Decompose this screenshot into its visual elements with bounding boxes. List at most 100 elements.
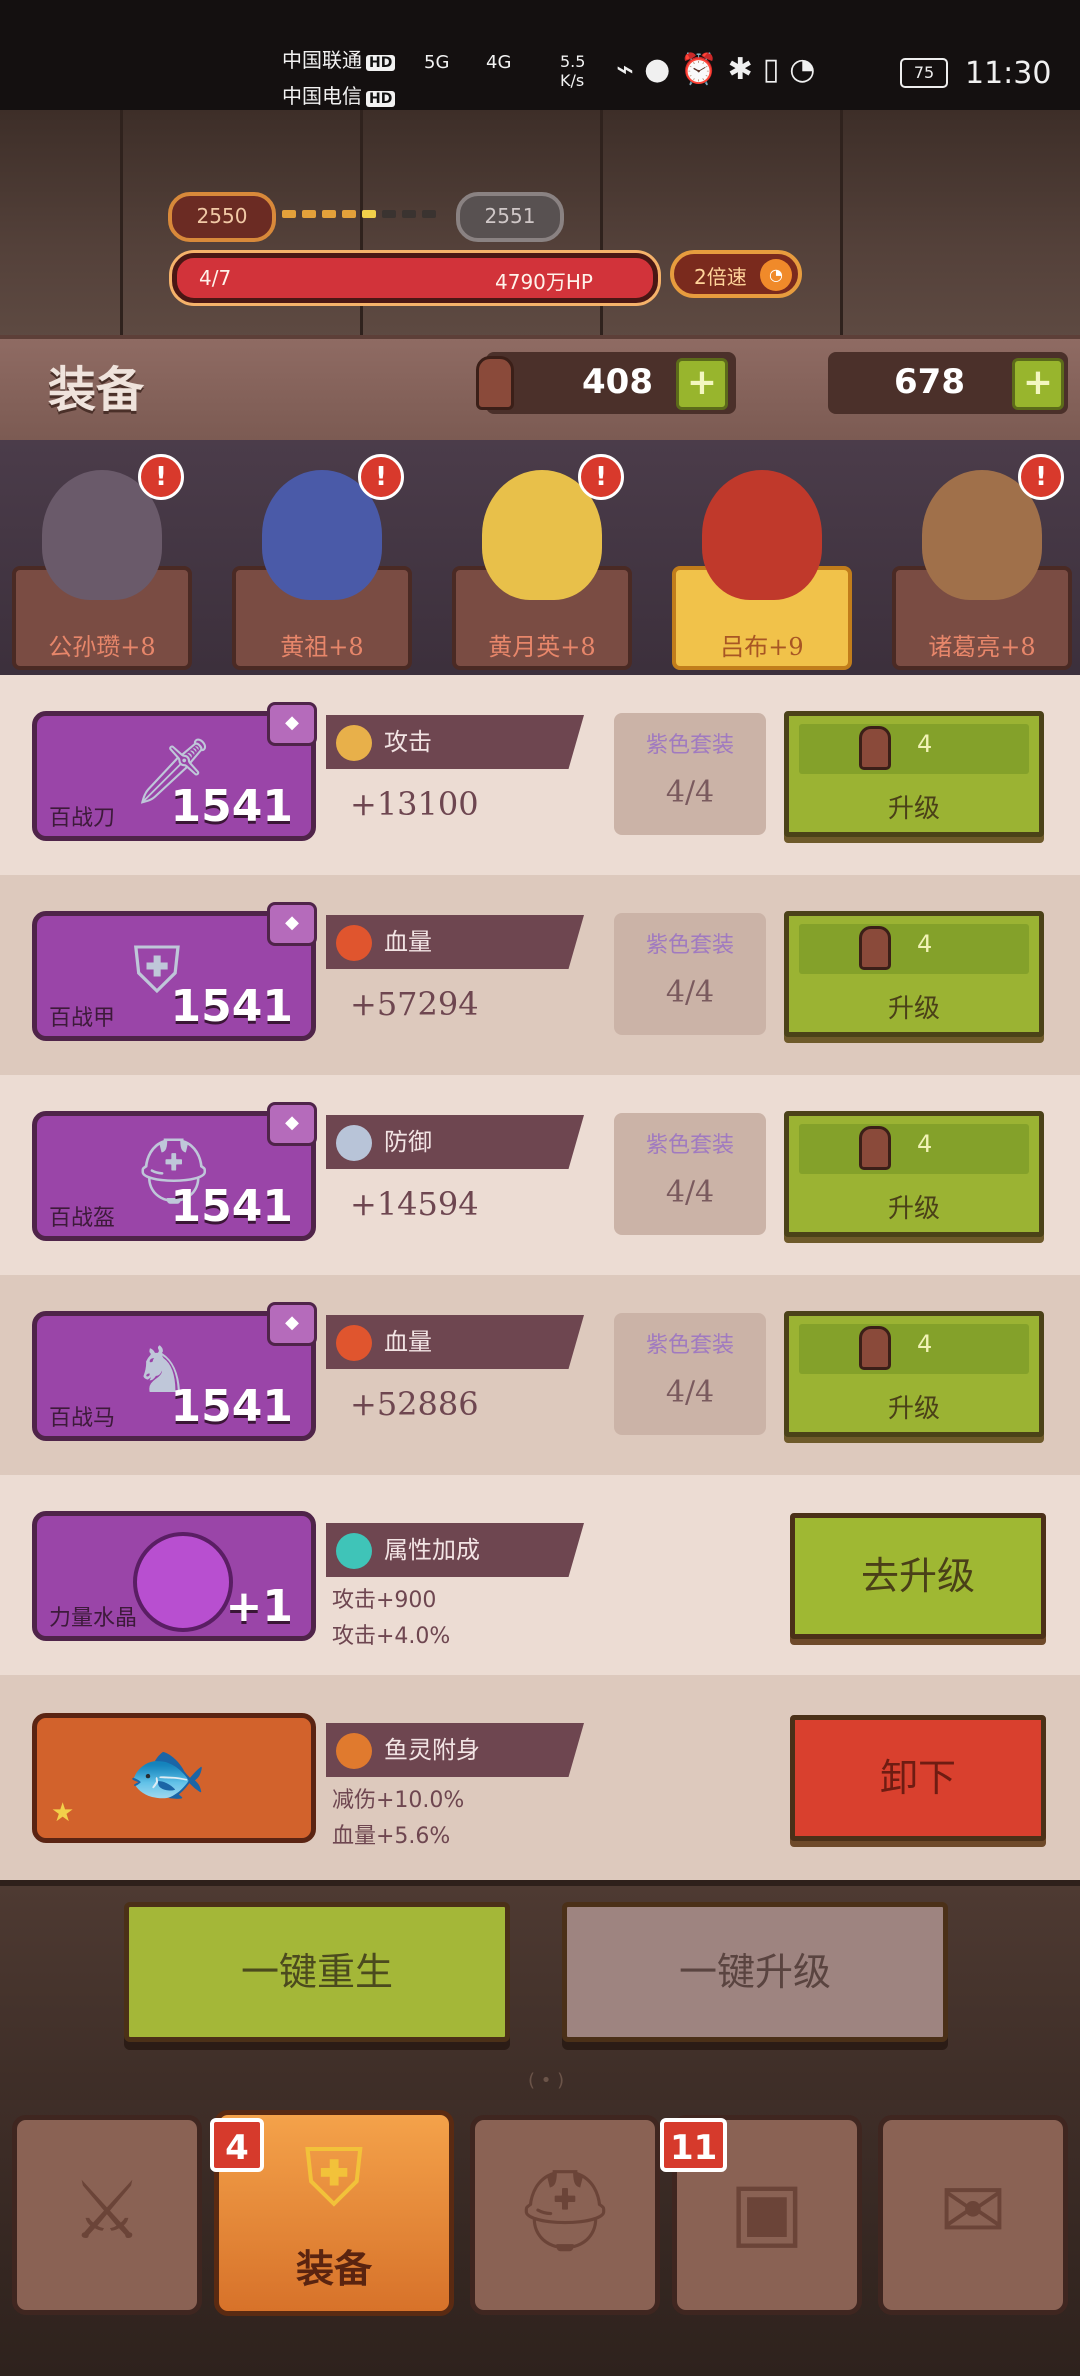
current-stage-badge: 2550 [168, 192, 276, 242]
upgrade-button[interactable]: 4 升级 [784, 1111, 1044, 1237]
rarity-badge-icon: ◆ [267, 1102, 317, 1146]
star-icon: ★ [51, 1798, 75, 1828]
stat-tag: 防御 [326, 1115, 584, 1169]
upgrade-cost: 4 [917, 1330, 933, 1358]
hp-value: 4790万HP [495, 270, 593, 294]
bluetooth-icon: ✱ [727, 52, 763, 87]
stat-tag: 血量 [326, 915, 584, 969]
stat-label: 血量 [384, 1328, 432, 1356]
equipment-row: ◆ ⛨ 1541 百战甲 血量 +57294 紫色套装 4/4 4 升级 [0, 875, 1080, 1075]
equipment-level: 1541 [170, 1381, 293, 1432]
set-info: 紫色套装 4/4 [614, 1113, 766, 1235]
stat-tag: 攻击 [326, 715, 584, 769]
stat-icon [336, 1125, 372, 1161]
tab-helmet-tab[interactable]: ⛑ [470, 2115, 660, 2315]
crystal-stat-label: 属性加成 [384, 1536, 480, 1564]
alarm-icon: ⏰ [680, 52, 728, 87]
speed-label: 2倍速 [694, 265, 747, 289]
scroll-icon: ✉ [939, 2164, 1007, 2257]
resource-2-value: 678 [894, 362, 965, 402]
crystal-stat-tag: 属性加成 [326, 1523, 584, 1577]
set-label: 紫色套装 [645, 733, 734, 758]
stage-progress-dot [402, 210, 416, 218]
upgrade-cost-bar [799, 924, 1029, 974]
equipment-card[interactable]: ◆ ♞ 1541 百战马 [32, 1302, 317, 1441]
spirit-bonus-2: 血量+5.6% [332, 1824, 451, 1849]
stat-icon [336, 1325, 372, 1361]
set-count: 4/4 [665, 975, 715, 1010]
spirit-stat-label: 鱼灵附身 [384, 1736, 480, 1764]
set-info: 紫色套装 4/4 [614, 913, 766, 1035]
hero-slot[interactable]: 吕布+9 [672, 450, 852, 670]
upgrade-cost: 4 [917, 1130, 933, 1158]
page-indicator: ( • ) [528, 2070, 565, 2091]
stat-tag: 血量 [326, 1315, 584, 1369]
stat-label: 攻击 [384, 728, 432, 756]
tab-scroll[interactable]: ✉ [878, 2115, 1068, 2315]
one-click-rebirth-button[interactable]: 一键重生 [124, 1902, 510, 2042]
add-resource-2-button[interactable]: + [1012, 358, 1064, 410]
vibrate-icon: ▯ [762, 52, 790, 87]
spirit-row: 🐟 ★ 鱼灵附身 减伤+10.0% 血量+5.6% 卸下 [0, 1675, 1080, 1880]
hero-slot[interactable]: 诸葛亮+8! [892, 450, 1072, 670]
next-stage-badge: 2551 [456, 192, 564, 242]
upgrade-stone-icon [859, 726, 891, 770]
fish-spirit-icon: 🐟 [127, 1737, 207, 1811]
stage-progress-dot [302, 210, 316, 218]
hero-slot[interactable]: 黄月英+8! [452, 450, 632, 670]
tab-notification-badge: 4 [210, 2118, 264, 2172]
stage-progress-dot [422, 210, 436, 218]
stat-value: +14594 [350, 1185, 479, 1223]
stat-value: +52886 [350, 1385, 479, 1423]
upgrade-cost: 4 [917, 730, 933, 758]
wood-plank-divider [120, 110, 123, 340]
speed-toggle-button[interactable]: 2倍速 ◔ [670, 250, 802, 298]
upgrade-cost: 4 [917, 930, 933, 958]
unequip-button[interactable]: 卸下 [790, 1715, 1046, 1841]
stage-progress-dot [342, 210, 356, 218]
upgrade-button[interactable]: 4 升级 [784, 911, 1044, 1037]
upgrade-button[interactable]: 4 升级 [784, 1311, 1044, 1437]
add-resource-1-button[interactable]: + [676, 358, 728, 410]
hero-slot[interactable]: 公孙瓒+8! [12, 450, 192, 670]
spirit-stat-tag: 鱼灵附身 [326, 1723, 584, 1777]
equipment-card[interactable]: ◆ ⛨ 1541 百战甲 [32, 902, 317, 1041]
wood-plank-divider [840, 110, 843, 340]
crystal-name: 力量水晶 [49, 1606, 138, 1631]
crystal-level: +1 [225, 1581, 293, 1632]
crystal-card[interactable]: +1 力量水晶 [32, 1511, 316, 1641]
equipment-card[interactable]: ◆ 🗡 1541 百战刀 [32, 702, 317, 841]
upgrade-button[interactable]: 4 升级 [784, 711, 1044, 837]
hero-slot[interactable]: 黄祖+8! [232, 450, 412, 670]
equipment-level: 1541 [170, 981, 293, 1032]
hero-alert-badge: ! [358, 454, 404, 500]
equipment-row: ◆ 🗡 1541 百战刀 攻击 +13100 紫色套装 4/4 4 升级 [0, 675, 1080, 875]
speedometer-icon: ◔ [760, 259, 792, 291]
set-info: 紫色套装 4/4 [614, 713, 766, 835]
tab-battle[interactable]: ⚔ [12, 2115, 202, 2315]
stat-value: +57294 [350, 985, 479, 1023]
equipment-name: 百战刀 [49, 806, 116, 831]
upgrade-label: 升级 [887, 1394, 940, 1424]
spirit-bonus-1: 减伤+10.0% [332, 1788, 465, 1813]
set-label: 紫色套装 [645, 933, 734, 958]
upgrade-cost-bar [799, 1124, 1029, 1174]
go-upgrade-button[interactable]: 去升级 [790, 1513, 1046, 1639]
boss-hp-bar: 4/7 4790万HP [172, 253, 658, 303]
equipment-level: 1541 [170, 1181, 293, 1232]
rarity-badge-icon: ◆ [267, 702, 317, 746]
network-5g: 5G [424, 52, 450, 73]
stage-progress-dot [282, 210, 296, 218]
set-label: 紫色套装 [645, 1333, 734, 1358]
battery-indicator: 75 [900, 58, 948, 88]
network-speed: 5.5 K/s [560, 52, 586, 90]
one-click-upgrade-button[interactable]: 一键升级 [562, 1902, 948, 2042]
upgrade-cost-bar [799, 724, 1029, 774]
hero-name: 黄月英+8 [488, 633, 596, 661]
upgrade-stone-icon [859, 926, 891, 970]
stat-label: 血量 [384, 928, 432, 956]
hero-portrait [702, 470, 822, 600]
equipment-card[interactable]: ◆ ⛑ 1541 百战盔 [32, 1102, 317, 1241]
hp-wave: 4/7 [199, 266, 232, 290]
spirit-card[interactable]: 🐟 ★ [32, 1713, 316, 1843]
